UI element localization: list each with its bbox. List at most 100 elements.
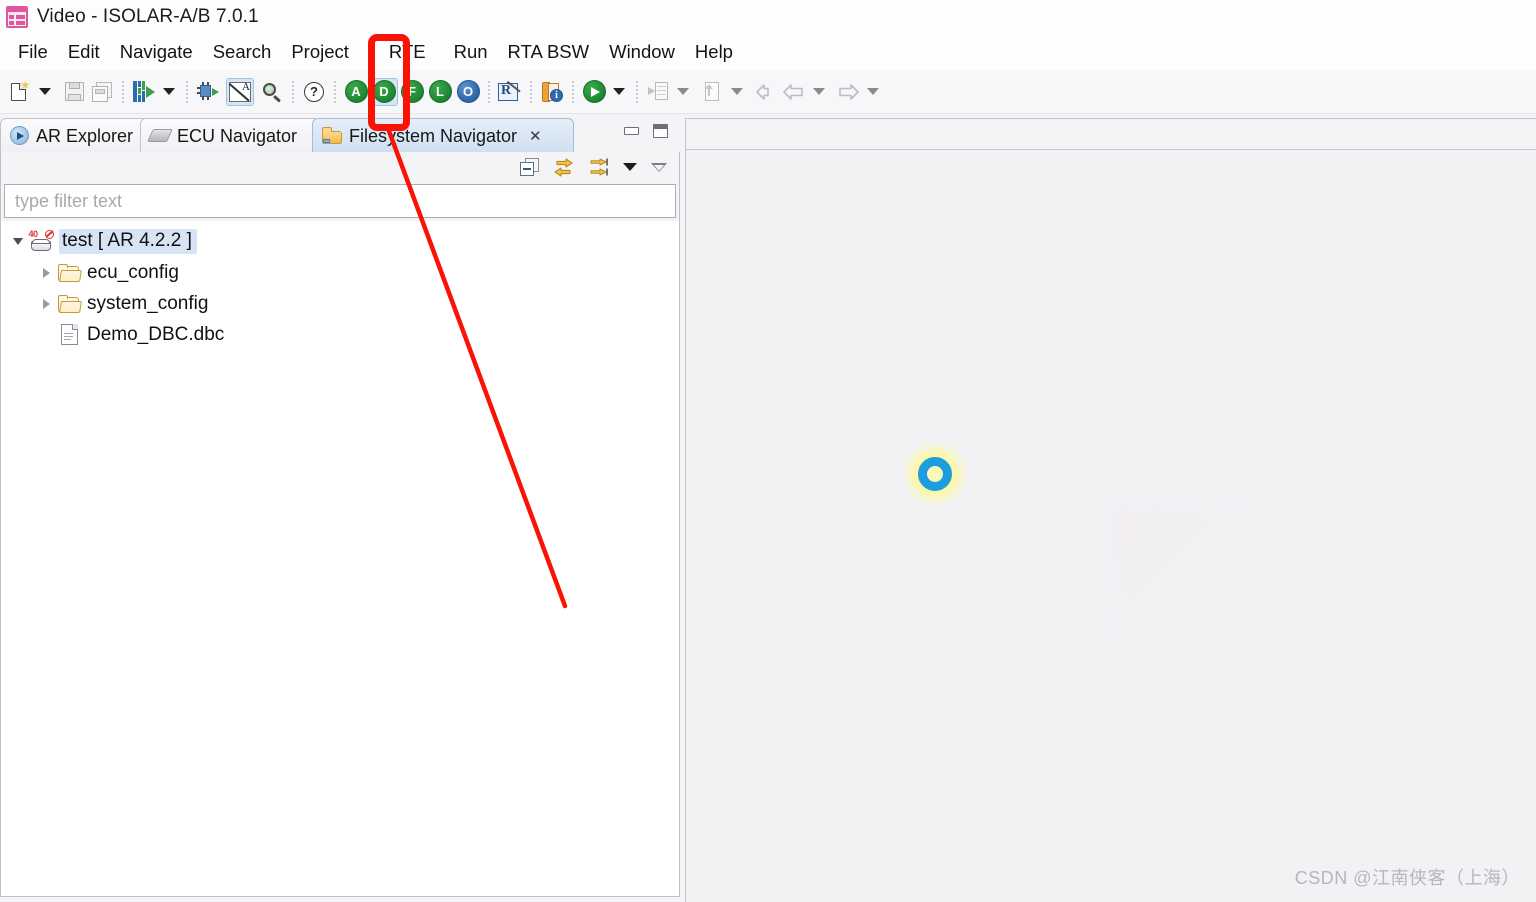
main-toolbar: A ? A D F L O R i <box>0 70 1536 114</box>
ecu-navigator-icon <box>147 129 173 142</box>
next-annotation-dropdown[interactable] <box>726 78 748 106</box>
next-annotation-button[interactable] <box>698 78 726 106</box>
tree-item-label: ecu_config <box>87 261 179 283</box>
editor-body <box>686 150 1536 902</box>
minimize-panel-icon[interactable] <box>651 162 667 172</box>
toolbar-button-a[interactable]: A <box>342 78 370 106</box>
external-tools-dropdown[interactable] <box>672 78 694 106</box>
rename-element-button[interactable]: A <box>226 77 254 106</box>
forward-arrow-icon <box>837 83 859 101</box>
file-icon <box>57 324 81 345</box>
close-icon[interactable]: ✕ <box>529 127 542 145</box>
menu-item-edit[interactable]: Edit <box>58 39 110 65</box>
tab-filesystem-navigator[interactable]: Filesystem Navigator ✕ <box>312 118 574 152</box>
run-configuration-button[interactable] <box>130 78 158 106</box>
search-icon <box>261 81 283 103</box>
minimize-view-button[interactable] <box>624 127 639 135</box>
tab-label: Filesystem Navigator <box>349 125 518 146</box>
toolbar-button-d[interactable]: D <box>370 77 398 106</box>
tree-item-label: test [ AR 4.2.2 ] <box>59 229 197 254</box>
file-tree[interactable]: 40 test [ AR 4.2.2 ] ecu_config system_c… <box>0 221 680 897</box>
back-button[interactable] <box>780 78 808 106</box>
menu-item-navigate[interactable]: Navigate <box>110 39 203 65</box>
menu-item-rte[interactable]: RTE <box>379 39 436 65</box>
link-with-editor-button[interactable] <box>553 157 574 177</box>
chevron-down-icon <box>163 88 175 95</box>
external-tools-button[interactable] <box>644 78 672 106</box>
toolbar-separator <box>488 80 490 103</box>
toolbar-separator <box>636 80 638 103</box>
save-button[interactable] <box>60 78 88 106</box>
forward-dropdown[interactable] <box>862 78 884 106</box>
tree-item-ecu-config[interactable]: ecu_config <box>1 257 679 288</box>
run-dropdown[interactable] <box>608 78 630 106</box>
view-tab-row: AR Explorer ECU Navigator Filesystem Nav… <box>0 118 680 152</box>
save-icon <box>64 82 84 101</box>
synchronize-button[interactable] <box>588 158 609 177</box>
twisty-collapsed-icon[interactable] <box>35 267 57 278</box>
toolbar-button-l[interactable]: L <box>426 78 454 106</box>
maximize-view-button[interactable] <box>653 124 668 138</box>
window-title: Video - ISOLAR-A/B 7.0.1 <box>37 6 259 27</box>
circle-l-icon: L <box>428 80 452 103</box>
twisty-expanded-icon[interactable] <box>7 238 29 245</box>
folder-icon <box>57 263 82 282</box>
watermark: CSDN @江南侠客（上海） <box>1294 868 1520 888</box>
save-all-icon <box>91 81 113 102</box>
collapse-all-button[interactable] <box>520 158 539 176</box>
new-file-icon <box>10 80 30 103</box>
toolbar-button-f[interactable]: F <box>398 78 426 106</box>
info-book-icon: i <box>541 81 563 103</box>
tab-label: ECU Navigator <box>177 125 298 146</box>
rename-pencil-icon: A <box>228 81 251 102</box>
menu-bar: File Edit Navigate Search Project RTE Ru… <box>0 34 1536 70</box>
menu-item-window[interactable]: Window <box>599 39 685 65</box>
ecu-configuration-button[interactable] <box>194 78 222 106</box>
run-configuration-icon <box>133 81 155 102</box>
editor-tab-strip <box>686 119 1536 150</box>
menu-item-file[interactable]: File <box>8 39 58 65</box>
save-all-button[interactable] <box>88 78 116 106</box>
forward-button[interactable] <box>834 78 862 106</box>
help-button[interactable]: ? <box>300 78 328 106</box>
filter-container: type filter text <box>0 182 680 221</box>
tab-ecu-navigator[interactable]: ECU Navigator <box>140 118 320 152</box>
menu-item-search[interactable]: Search <box>203 39 282 65</box>
toolbar-button-o[interactable]: O <box>454 78 482 106</box>
toolbar-separator <box>186 80 188 103</box>
new-file-button[interactable] <box>6 78 34 106</box>
tree-item-system-config[interactable]: system_config <box>1 288 679 319</box>
menu-item-help[interactable]: Help <box>685 39 743 65</box>
editor-ghost-artifact <box>1116 510 1306 690</box>
new-file-dropdown[interactable] <box>34 78 56 106</box>
twisty-collapsed-icon[interactable] <box>35 298 57 309</box>
back-dropdown[interactable] <box>808 78 830 106</box>
title-bar: Video - ISOLAR-A/B 7.0.1 <box>0 0 1536 34</box>
view-menu-button[interactable] <box>623 163 637 171</box>
search-input[interactable]: type filter text <box>4 184 676 218</box>
application-window: Video - ISOLAR-A/B 7.0.1 File Edit Navig… <box>0 0 1536 902</box>
info-badge: i <box>550 88 563 102</box>
toolbar-separator <box>334 80 336 103</box>
back-to-button[interactable] <box>752 78 780 106</box>
menu-item-run[interactable]: Run <box>444 39 498 65</box>
left-view-stack: AR Explorer ECU Navigator Filesystem Nav… <box>0 118 680 902</box>
run-configuration-dropdown[interactable] <box>158 78 180 106</box>
menu-item-rta-bsw[interactable]: RTA BSW <box>498 39 600 65</box>
run-button[interactable] <box>580 78 608 106</box>
rte-generate-button[interactable]: R <box>496 78 524 106</box>
tree-item-demo-dbc[interactable]: Demo_DBC.dbc <box>1 319 679 350</box>
tree-item-test-project[interactable]: 40 test [ AR 4.2.2 ] <box>1 226 679 257</box>
ar-project-icon: 40 <box>28 229 54 252</box>
rte-pencil-icon: R <box>498 80 522 103</box>
chevron-down-icon <box>677 88 689 95</box>
documentation-button[interactable]: i <box>538 78 566 106</box>
search-button[interactable] <box>258 78 286 106</box>
menu-item-project[interactable]: Project <box>281 39 359 65</box>
ar-explorer-icon <box>10 126 29 145</box>
circle-f-icon: F <box>400 80 424 103</box>
project-badge-count: 40 <box>28 229 39 239</box>
view-toolbar <box>0 152 680 182</box>
help-icon: ? <box>304 81 324 102</box>
tab-ar-explorer[interactable]: AR Explorer <box>0 118 148 152</box>
